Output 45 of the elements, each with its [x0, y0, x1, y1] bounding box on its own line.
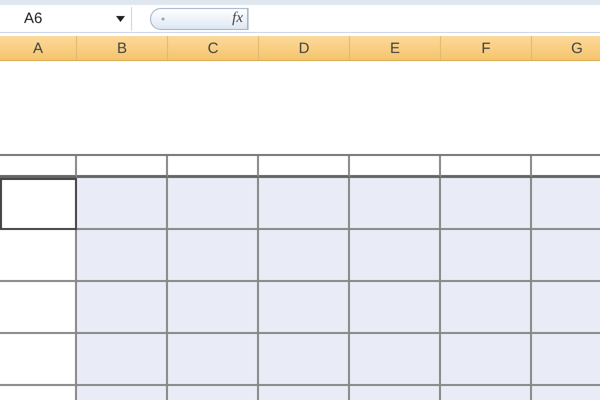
table-cell[interactable]	[532, 334, 600, 386]
column-header[interactable]: F	[441, 36, 532, 60]
table-cell[interactable]	[168, 178, 259, 230]
table-cell[interactable]	[532, 178, 600, 230]
insert-function-button[interactable]: fx	[150, 8, 248, 30]
table-cell[interactable]	[532, 282, 600, 334]
table-cell[interactable]	[350, 334, 441, 386]
table-cell[interactable]	[441, 230, 532, 282]
dropdown-arrow-icon[interactable]	[116, 16, 125, 22]
table-cell[interactable]	[259, 156, 350, 178]
table-cell[interactable]	[350, 178, 441, 230]
table-cell[interactable]	[259, 230, 350, 282]
table-cell[interactable]	[0, 334, 77, 386]
table-cell[interactable]	[168, 156, 259, 178]
table-cell[interactable]	[441, 282, 532, 334]
table-cell[interactable]	[441, 178, 532, 230]
table-cell[interactable]	[532, 230, 600, 282]
column-header[interactable]: B	[77, 36, 168, 60]
column-header[interactable]: D	[259, 36, 350, 60]
table-cell[interactable]	[441, 156, 532, 178]
table-cell[interactable]	[77, 178, 168, 230]
table-cell[interactable]	[77, 334, 168, 386]
table-cell[interactable]	[350, 230, 441, 282]
table-cell[interactable]	[259, 334, 350, 386]
column-header[interactable]: E	[350, 36, 441, 60]
table-cell[interactable]	[259, 178, 350, 230]
table-cell[interactable]	[0, 156, 77, 178]
grip-icon	[161, 16, 165, 20]
table-cell[interactable]	[77, 282, 168, 334]
table-cell[interactable]	[350, 156, 441, 178]
table-cell[interactable]	[77, 230, 168, 282]
column-header[interactable]: C	[168, 36, 259, 60]
name-box[interactable]: A6	[0, 6, 132, 30]
table-cell[interactable]	[350, 282, 441, 334]
table-cell[interactable]	[0, 230, 77, 282]
table-cell[interactable]	[441, 334, 532, 386]
table-cell[interactable]	[0, 178, 77, 230]
table-cell[interactable]	[168, 334, 259, 386]
table-cell[interactable]	[0, 282, 77, 334]
table-cell[interactable]	[259, 282, 350, 334]
column-header[interactable]: G	[532, 36, 600, 60]
column-header[interactable]: A	[0, 36, 77, 60]
table-cell[interactable]	[168, 230, 259, 282]
table-cell[interactable]	[77, 156, 168, 178]
table-cell[interactable]	[168, 282, 259, 334]
